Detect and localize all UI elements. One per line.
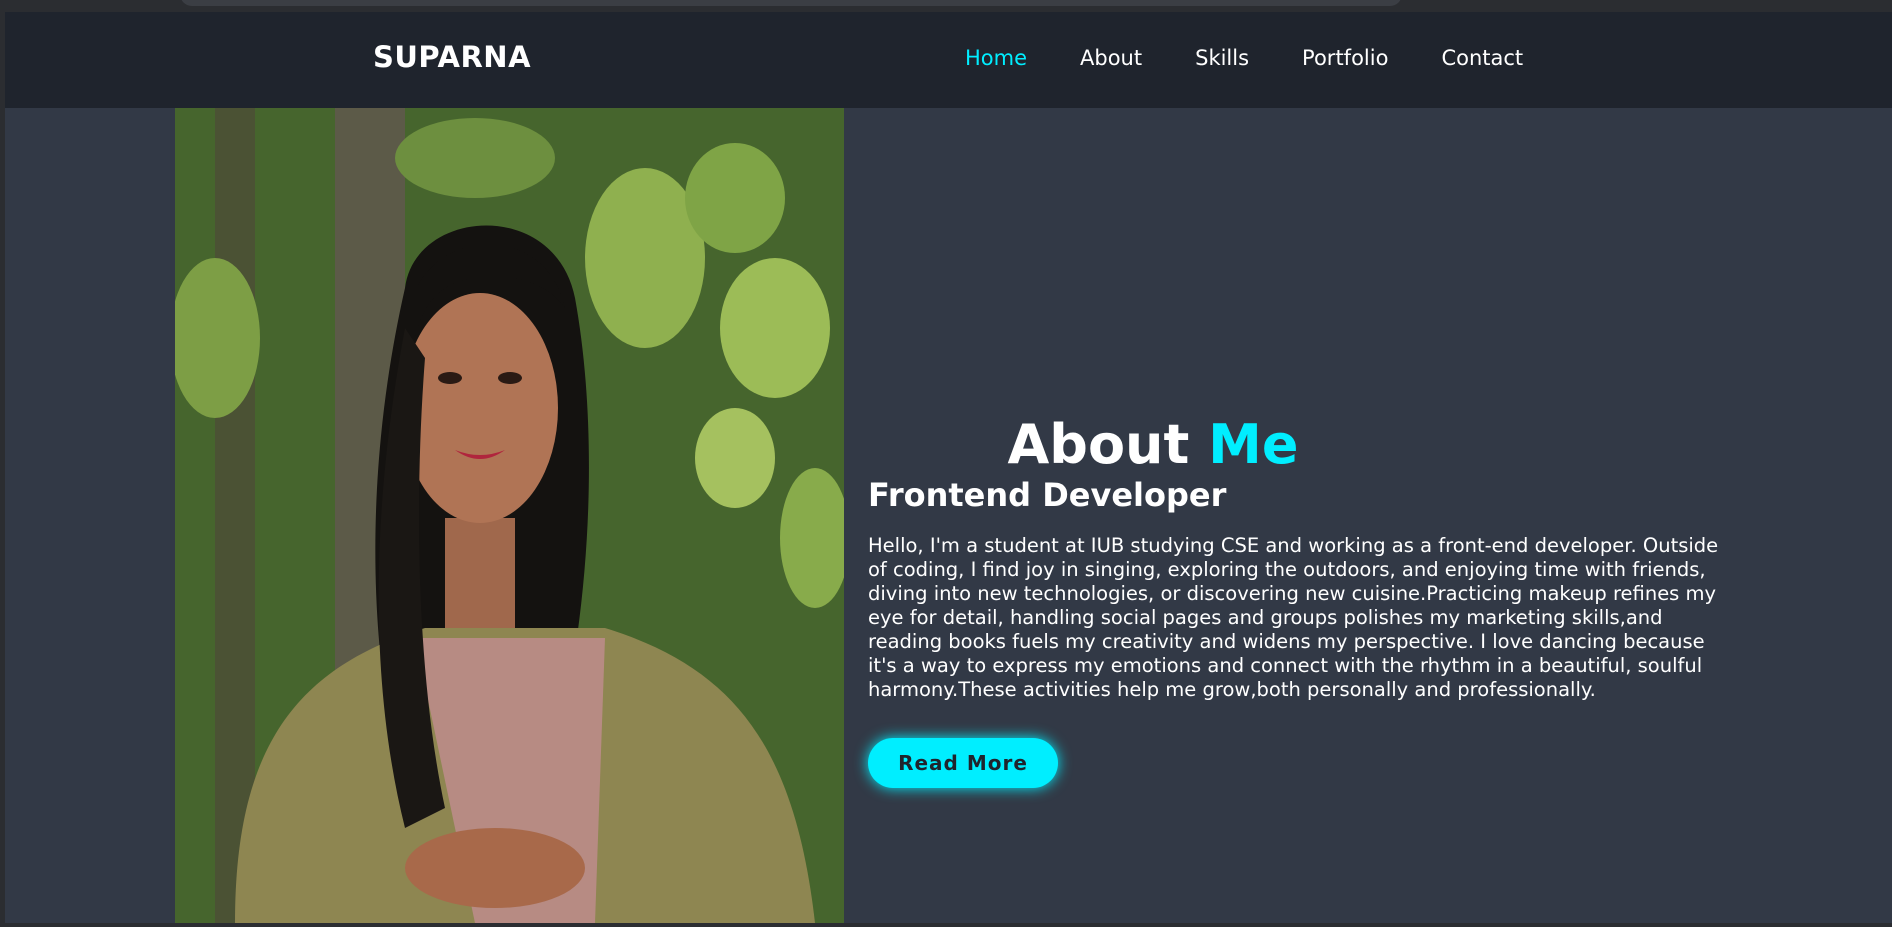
role-subtitle: Frontend Developer: [868, 476, 1227, 514]
about-heading-main: About: [1007, 413, 1190, 476]
nav-link-skills[interactable]: Skills: [1195, 46, 1249, 70]
nav-link-about[interactable]: About: [1080, 46, 1142, 70]
browser-tabstrip: [180, 0, 1402, 6]
browser-top-bar: [0, 0, 1892, 12]
bio-paragraph: Hello, I'm a student at IUB studying CSE…: [868, 534, 1719, 701]
navbar: SUPARNA Home About Skills Portfolio Cont…: [5, 12, 1892, 108]
about-heading: About Me: [868, 413, 1438, 476]
nav-link-home[interactable]: Home: [965, 46, 1027, 70]
nav-link-portfolio[interactable]: Portfolio: [1302, 46, 1388, 70]
nav-link-contact[interactable]: Contact: [1441, 46, 1523, 70]
read-more-button[interactable]: Read More: [868, 738, 1058, 788]
page: SUPARNA Home About Skills Portfolio Cont…: [5, 12, 1892, 923]
about-heading-accent: Me: [1208, 413, 1299, 476]
profile-photo-illustration: [175, 108, 844, 923]
nav-menu: Home About Skills Portfolio Contact: [965, 46, 1576, 70]
profile-photo: [175, 108, 844, 923]
about-section: About Me Frontend Developer Hello, I'm a…: [868, 108, 1748, 923]
site-logo[interactable]: SUPARNA: [373, 40, 531, 74]
